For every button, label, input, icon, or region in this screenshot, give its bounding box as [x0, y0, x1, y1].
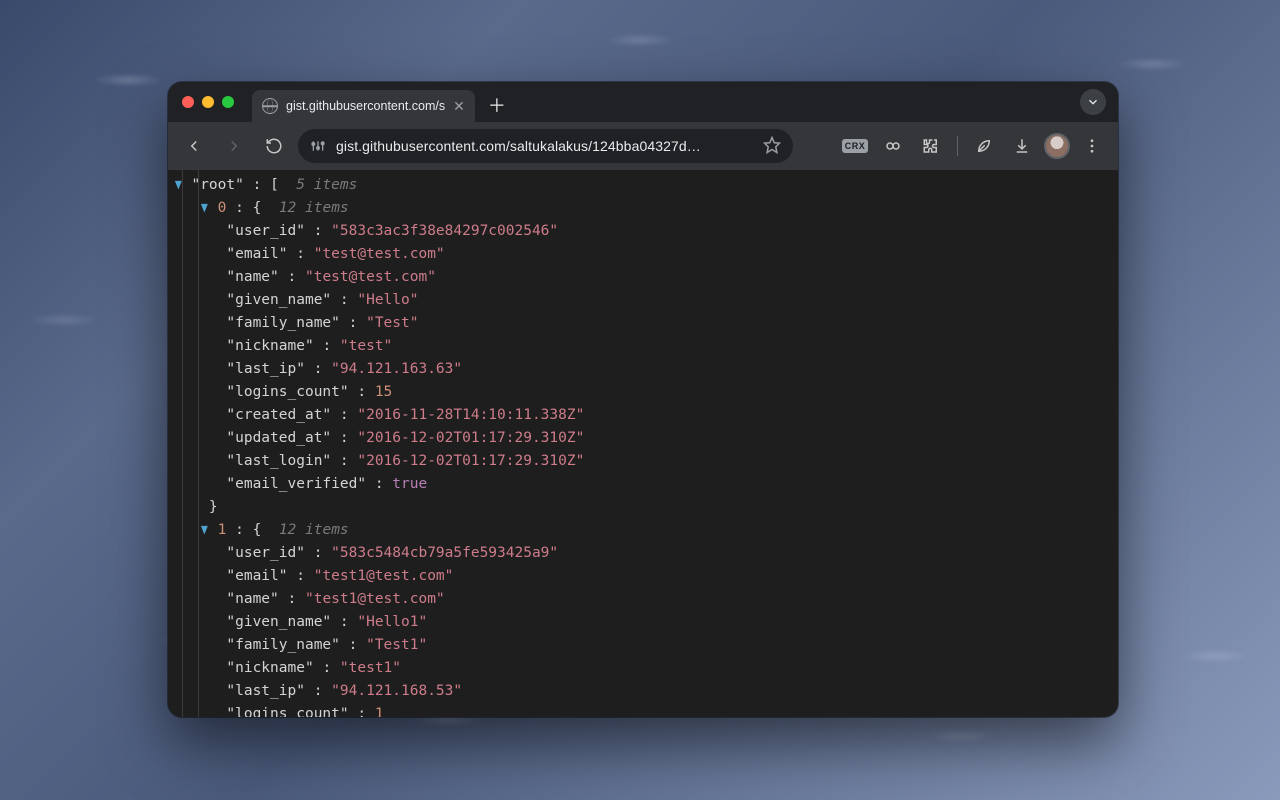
back-button[interactable]	[178, 130, 210, 162]
profile-avatar[interactable]	[1044, 133, 1070, 159]
expand-caret-icon[interactable]: ▼	[201, 197, 208, 220]
expand-caret-icon[interactable]: ▼	[175, 174, 182, 197]
tab-search-button[interactable]	[1080, 89, 1106, 115]
browser-toolbar: gist.githubusercontent.com/saltukalakus/…	[168, 122, 1118, 170]
url-text: gist.githubusercontent.com/saltukalakus/…	[336, 138, 753, 154]
minimize-window-button[interactable]	[202, 96, 214, 108]
json-field[interactable]: "nickname" : "test"	[174, 335, 1118, 358]
leaf-icon[interactable]	[968, 130, 1000, 162]
extension-crx-icon[interactable]: CRX	[839, 130, 871, 162]
kebab-menu-icon[interactable]	[1076, 130, 1108, 162]
new-tab-button[interactable]: ＋	[483, 91, 511, 119]
address-bar[interactable]: gist.githubusercontent.com/saltukalakus/…	[298, 129, 793, 163]
tab-title: gist.githubusercontent.com/s	[286, 99, 445, 113]
json-field[interactable]: "name" : "test@test.com"	[174, 266, 1118, 289]
json-field[interactable]: "last_login" : "2016-12-02T01:17:29.310Z…	[174, 450, 1118, 473]
json-field[interactable]: "user_id" : "583c3ac3f38e84297c002546"	[174, 220, 1118, 243]
json-field[interactable]: "name" : "test1@test.com"	[174, 588, 1118, 611]
json-root[interactable]: ▼ "root" : [ 5 items	[174, 174, 1118, 197]
close-window-button[interactable]	[182, 96, 194, 108]
json-field[interactable]: "logins_count" : 15	[174, 381, 1118, 404]
json-field[interactable]: "updated_at" : "2016-12-02T01:17:29.310Z…	[174, 427, 1118, 450]
window-controls	[182, 96, 234, 108]
json-field[interactable]: "logins_count" : 1	[174, 703, 1118, 717]
json-field[interactable]: "email" : "test@test.com"	[174, 243, 1118, 266]
json-field[interactable]: "user_id" : "583c5484cb79a5fe593425a9"	[174, 542, 1118, 565]
close-tab-button[interactable]: ✕	[453, 98, 465, 115]
json-field[interactable]: "family_name" : "Test1"	[174, 634, 1118, 657]
json-object-header[interactable]: ▼ 0 : { 12 items	[174, 197, 1118, 220]
bookmark-star-icon[interactable]	[763, 136, 781, 157]
json-field[interactable]: "given_name" : "Hello"	[174, 289, 1118, 312]
json-field[interactable]: "email_verified" : true	[174, 473, 1118, 496]
json-field[interactable]: "email" : "test1@test.com"	[174, 565, 1118, 588]
expand-caret-icon[interactable]: ▼	[201, 519, 208, 542]
site-settings-icon[interactable]	[310, 138, 326, 154]
browser-tab[interactable]: gist.githubusercontent.com/s ✕	[252, 90, 475, 122]
maximize-window-button[interactable]	[222, 96, 234, 108]
toolbar-divider	[957, 136, 958, 156]
forward-button[interactable]	[218, 130, 250, 162]
downloads-icon[interactable]	[1006, 130, 1038, 162]
reload-button[interactable]	[258, 130, 290, 162]
json-field[interactable]: "last_ip" : "94.121.168.53"	[174, 680, 1118, 703]
extension-link-icon[interactable]	[877, 130, 909, 162]
json-viewer-content[interactable]: ▼ "root" : [ 5 items ▼ 0 : { 12 items "u…	[168, 170, 1118, 717]
tab-strip: gist.githubusercontent.com/s ✕ ＋	[168, 82, 1118, 122]
globe-icon	[262, 98, 278, 114]
browser-window: gist.githubusercontent.com/s ✕ ＋ gist.gi…	[168, 82, 1118, 717]
json-object-header[interactable]: ▼ 1 : { 12 items	[174, 519, 1118, 542]
extensions-puzzle-icon[interactable]	[915, 130, 947, 162]
json-field[interactable]: "created_at" : "2016-11-28T14:10:11.338Z…	[174, 404, 1118, 427]
json-field[interactable]: "nickname" : "test1"	[174, 657, 1118, 680]
json-object-close[interactable]: }	[174, 496, 1118, 519]
json-field[interactable]: "family_name" : "Test"	[174, 312, 1118, 335]
json-field[interactable]: "given_name" : "Hello1"	[174, 611, 1118, 634]
json-field[interactable]: "last_ip" : "94.121.163.63"	[174, 358, 1118, 381]
